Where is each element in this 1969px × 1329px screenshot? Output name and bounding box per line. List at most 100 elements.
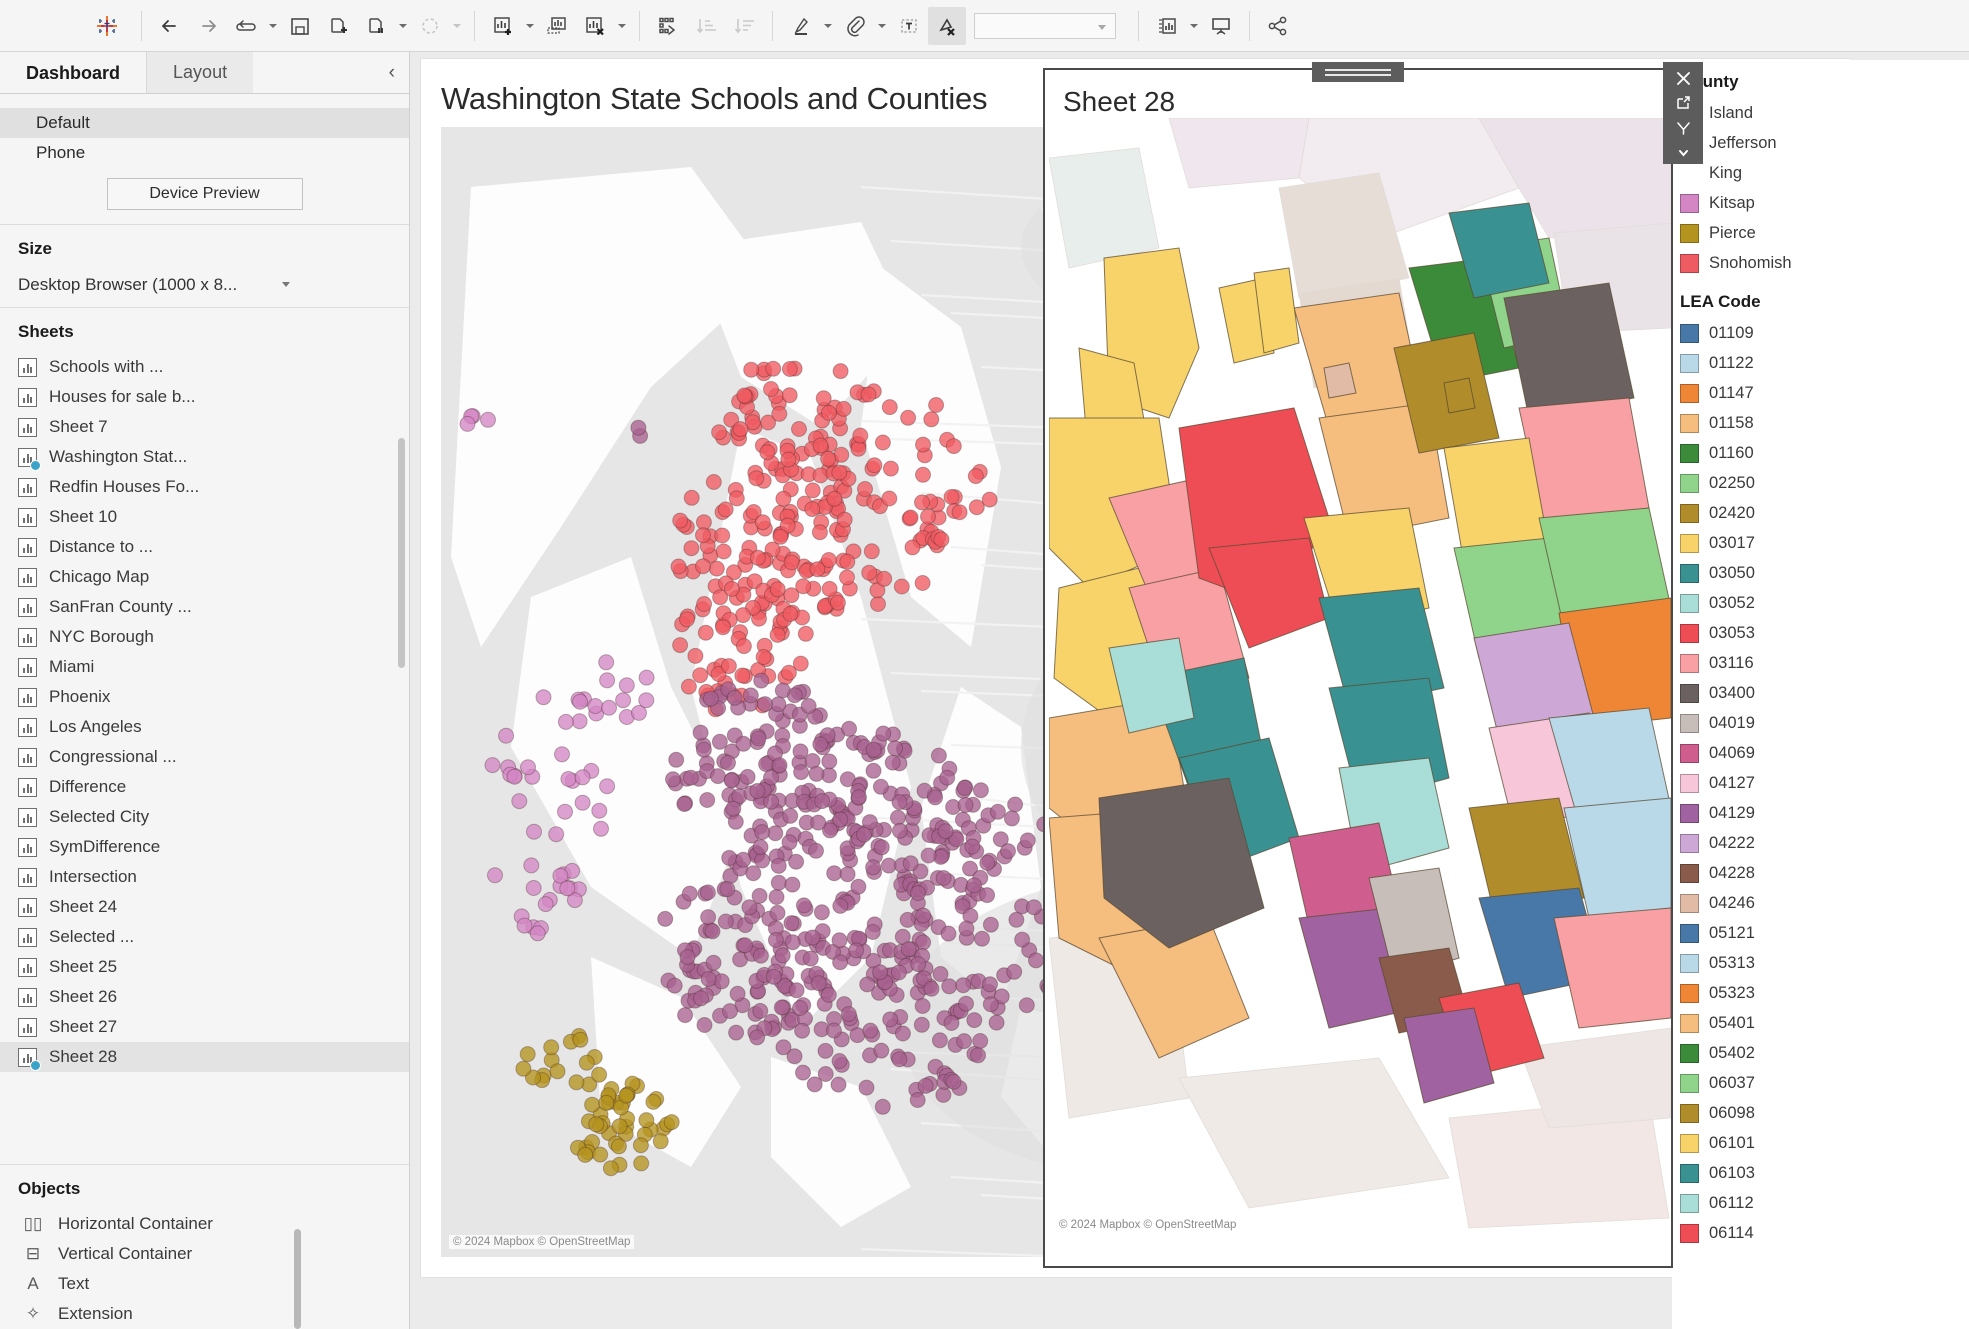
- legend-item[interactable]: 03052: [1672, 588, 1969, 618]
- fit-dropdown[interactable]: [974, 12, 1116, 39]
- sheet-list-item[interactable]: Washington Stat...: [0, 442, 409, 472]
- sheet-list-item[interactable]: SanFran County ...: [0, 592, 409, 622]
- new-worksheet-caret[interactable]: [522, 7, 538, 45]
- sheet-list-item[interactable]: Sheet 28: [0, 1042, 409, 1072]
- sheet-list-item[interactable]: Chicago Map: [0, 562, 409, 592]
- size-dropdown[interactable]: Desktop Browser (1000 x 8...: [0, 269, 300, 297]
- clear-sheet-caret[interactable]: [614, 7, 630, 45]
- sheet-list-item[interactable]: Houses for sale b...: [0, 382, 409, 412]
- legend-item[interactable]: 03053: [1672, 618, 1969, 648]
- open-external-icon[interactable]: [1668, 92, 1698, 114]
- sheet-list-item[interactable]: Los Angeles: [0, 712, 409, 742]
- legend-item[interactable]: 04127: [1672, 768, 1969, 798]
- close-icon[interactable]: [1668, 67, 1698, 89]
- legend-item[interactable]: 03400: [1672, 678, 1969, 708]
- legend-item[interactable]: Jefferson: [1672, 128, 1969, 158]
- forward-button[interactable]: [189, 7, 227, 45]
- device-preview-button[interactable]: Device Preview: [106, 178, 303, 210]
- sheet-list-item[interactable]: Sheet 25: [0, 952, 409, 982]
- group-members-caret[interactable]: [874, 7, 890, 45]
- sheet-list-item[interactable]: Congressional ...: [0, 742, 409, 772]
- legend-item[interactable]: 04222: [1672, 828, 1969, 858]
- clear-sheet-button[interactable]: [576, 7, 614, 45]
- save-button[interactable]: [281, 7, 319, 45]
- object-list-item[interactable]: ▯▯ Horizontal Container: [0, 1209, 409, 1239]
- sheet-list-item[interactable]: Distance to ...: [0, 532, 409, 562]
- sheet-list-item[interactable]: Difference: [0, 772, 409, 802]
- sheet-list-item[interactable]: Sheet 27: [0, 1012, 409, 1042]
- collapse-sidebar-button[interactable]: ‹: [389, 62, 395, 84]
- floating-sheet-28[interactable]: Sheet 28 © 2024 Mapbox © OpenStreetMap: [1043, 62, 1673, 1268]
- legend-item[interactable]: 06101: [1672, 1128, 1969, 1158]
- show-hide-cards-caret[interactable]: [1186, 7, 1202, 45]
- share-button[interactable]: [1259, 7, 1297, 45]
- highlight-button[interactable]: [782, 7, 820, 45]
- object-list-item[interactable]: A Text: [0, 1269, 409, 1299]
- legend-item[interactable]: Island: [1672, 98, 1969, 128]
- legend-item[interactable]: 02250: [1672, 468, 1969, 498]
- legend-item[interactable]: 06103: [1672, 1158, 1969, 1188]
- legend-item[interactable]: 04069: [1672, 738, 1969, 768]
- show-hide-cards-button[interactable]: [1148, 7, 1186, 45]
- legend-item[interactable]: 06037: [1672, 1068, 1969, 1098]
- legend-item[interactable]: 04019: [1672, 708, 1969, 738]
- sheet-list-item[interactable]: SymDifference: [0, 832, 409, 862]
- legend-item[interactable]: 05121: [1672, 918, 1969, 948]
- legend-item[interactable]: 05402: [1672, 1038, 1969, 1068]
- legend-item[interactable]: 06114: [1672, 1218, 1969, 1248]
- legend-item[interactable]: 02420: [1672, 498, 1969, 528]
- legend-item[interactable]: 05401: [1672, 1008, 1969, 1038]
- legend-item[interactable]: 06098: [1672, 1098, 1969, 1128]
- object-list-item[interactable]: ✧ Extension: [0, 1299, 409, 1329]
- sheet-list-item[interactable]: Sheet 10: [0, 502, 409, 532]
- legend-item[interactable]: Snohomish: [1672, 248, 1969, 278]
- highlight-caret[interactable]: [820, 7, 836, 45]
- legend-item[interactable]: 01122: [1672, 348, 1969, 378]
- filter-funnel-icon[interactable]: [1668, 117, 1698, 139]
- device-default[interactable]: Default: [0, 108, 409, 138]
- legend-item[interactable]: 01160: [1672, 438, 1969, 468]
- objects-scrollbar[interactable]: [294, 1229, 301, 1329]
- sheet-list-item[interactable]: NYC Borough: [0, 622, 409, 652]
- fix-axes-button[interactable]: [928, 6, 966, 45]
- legend-item[interactable]: 03017: [1672, 528, 1969, 558]
- tableau-logo[interactable]: [88, 7, 126, 45]
- pause-data-caret[interactable]: [395, 7, 411, 45]
- sheet-list-item[interactable]: Schools with ...: [0, 352, 409, 382]
- pause-data-updates-button[interactable]: [357, 7, 395, 45]
- legend-item[interactable]: 04129: [1672, 798, 1969, 828]
- device-phone[interactable]: Phone: [0, 138, 409, 168]
- legend-item[interactable]: 01158: [1672, 408, 1969, 438]
- sheet-list-item[interactable]: Miami: [0, 652, 409, 682]
- sheet-list-item[interactable]: Selected City: [0, 802, 409, 832]
- sheet-list-item[interactable]: Intersection: [0, 862, 409, 892]
- tab-dashboard[interactable]: Dashboard: [0, 52, 146, 94]
- floating-sheet-drag-handle[interactable]: [1312, 62, 1404, 82]
- legend-item[interactable]: 05313: [1672, 948, 1969, 978]
- sheet-list-item[interactable]: Sheet 7: [0, 412, 409, 442]
- legend-item[interactable]: 01109: [1672, 318, 1969, 348]
- refresh-data-source-button[interactable]: [411, 7, 449, 45]
- group-members-button[interactable]: [836, 7, 874, 45]
- sheet-list-item[interactable]: Sheet 24: [0, 892, 409, 922]
- sort-descending-button[interactable]: [725, 7, 763, 45]
- sheet-list-item[interactable]: Sheet 26: [0, 982, 409, 1012]
- sheets-scrollbar[interactable]: [398, 438, 405, 668]
- legend-item[interactable]: King: [1672, 158, 1969, 188]
- legend-item[interactable]: 04246: [1672, 888, 1969, 918]
- sort-ascending-button[interactable]: [687, 7, 725, 45]
- legend-item[interactable]: 04228: [1672, 858, 1969, 888]
- show-mark-labels-button[interactable]: [890, 7, 928, 45]
- legend-item[interactable]: 03050: [1672, 558, 1969, 588]
- presentation-mode-button[interactable]: [1202, 7, 1240, 45]
- back-button[interactable]: [151, 7, 189, 45]
- counties-choropleth-map[interactable]: © 2024 Mapbox © OpenStreetMap: [1049, 118, 1671, 1238]
- sheet-list-item[interactable]: Phoenix: [0, 682, 409, 712]
- legend-item[interactable]: 03116: [1672, 648, 1969, 678]
- tab-layout[interactable]: Layout: [146, 52, 254, 94]
- sheet-list-item[interactable]: Selected ...: [0, 922, 409, 952]
- undo-redo-button[interactable]: [227, 7, 265, 45]
- legend-item[interactable]: 06112: [1672, 1188, 1969, 1218]
- legend-item[interactable]: 05323: [1672, 978, 1969, 1008]
- new-worksheet-button[interactable]: [484, 7, 522, 45]
